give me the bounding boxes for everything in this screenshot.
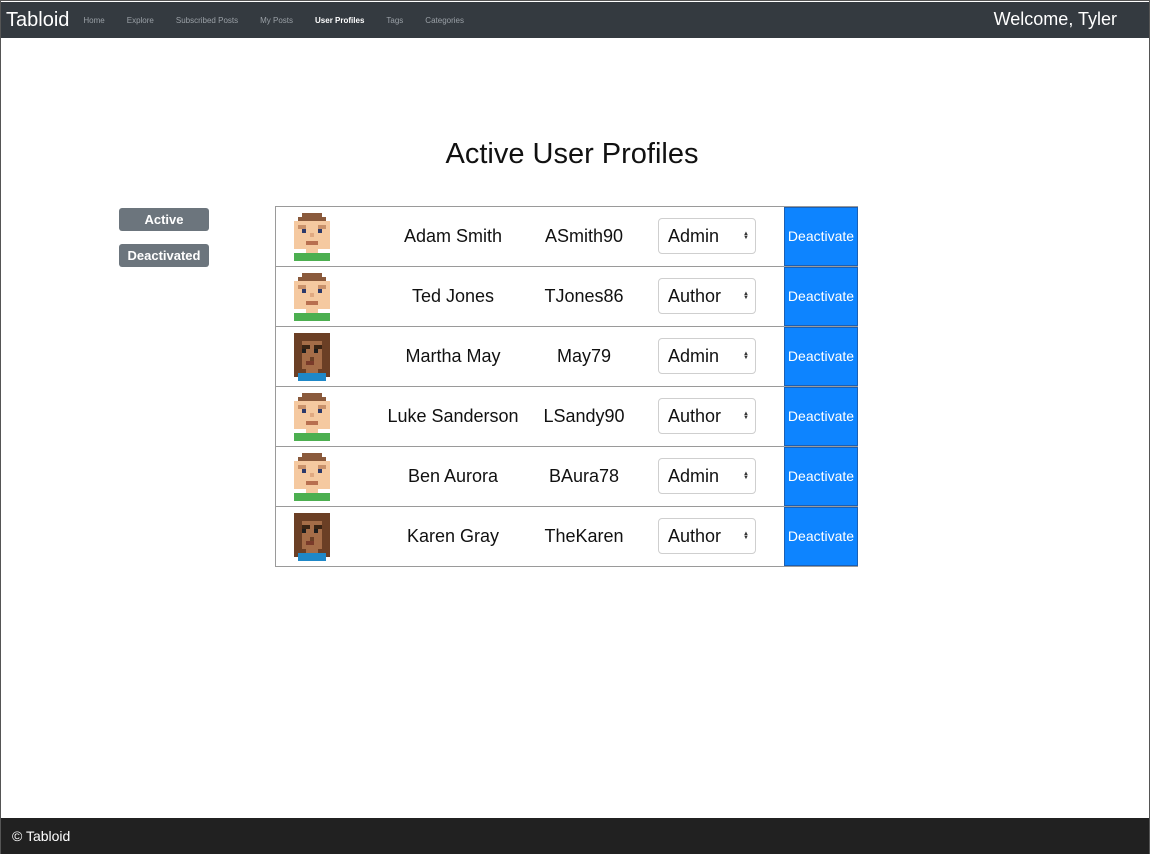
user-full-name[interactable]: Adam Smith [368,207,538,266]
user-username: ASmith90 [544,226,624,246]
nav-link-subscribed-posts[interactable]: Subscribed Posts [176,16,238,25]
brand-link[interactable]: Tabloid [6,9,69,32]
female-avatar-icon [290,513,334,561]
male-avatar-icon [290,273,334,321]
role-select[interactable]: Admin ▲ ▼ [658,458,756,494]
male-avatar-icon [290,213,334,261]
deactivate-button[interactable]: Deactivate [784,447,858,506]
deactivate-button[interactable]: Deactivate [784,387,858,446]
select-arrows-icon: ▲ ▼ [743,531,749,541]
user-full-name[interactable]: Karen Gray [368,507,538,566]
role-select-value: Author [668,286,722,306]
user-username: BAura78 [548,466,620,486]
user-full-name[interactable]: Martha May [368,327,538,386]
role-select[interactable]: Admin ▲ ▼ [658,218,756,254]
footer-copyright: © Tabloid [12,828,71,844]
select-arrows-icon: ▲ ▼ [743,351,749,361]
nav-link-tags[interactable]: Tags [386,16,403,25]
nav-link-explore[interactable]: Explore [127,16,154,25]
role-select-value: Author [668,526,722,546]
table-row: Martha May May79 Admin ▲ ▼ Deactivate [276,327,858,387]
select-arrows-icon: ▲ ▼ [743,471,749,481]
footer: © Tabloid [1,818,1149,854]
table-row: Karen Gray TheKaren Author ▲ ▼ Deactivate [276,507,858,567]
active-filter-button[interactable]: Active [119,208,209,231]
deactivate-button[interactable]: Deactivate [784,327,858,386]
nav-link-categories[interactable]: Categories [425,16,464,25]
role-select[interactable]: Author ▲ ▼ [658,278,756,314]
role-select-value: Admin [668,346,720,366]
role-select-value: Admin [668,226,720,246]
navbar: Tabloid Home Explore Subscribed Posts My… [1,2,1149,38]
select-arrows-icon: ▲ ▼ [743,411,749,421]
welcome-message: Welcome, Tyler [993,9,1117,29]
male-avatar-icon [290,453,334,501]
role-select[interactable]: Author ▲ ▼ [658,398,756,434]
nav-link-my-posts[interactable]: My Posts [260,16,293,25]
select-arrows-icon: ▲ ▼ [743,231,749,241]
user-username: TheKaren [544,526,624,546]
male-avatar-icon [290,393,334,441]
table-row: Ben Aurora BAura78 Admin ▲ ▼ Deactivate [276,447,858,507]
select-arrows-icon: ▲ ▼ [743,291,749,301]
role-select[interactable]: Author ▲ ▼ [658,518,756,554]
user-full-name[interactable]: Luke Sanderson [368,387,538,446]
user-username: May79 [556,346,612,366]
role-select-value: Admin [668,466,720,486]
table-row: Adam Smith ASmith90 Admin ▲ ▼ Deactivate [276,207,858,267]
user-full-name[interactable]: Ben Aurora [368,447,538,506]
deactivated-filter-button[interactable]: Deactivated [119,244,209,267]
nav-link-user-profiles[interactable]: User Profiles [315,16,364,25]
role-select[interactable]: Admin ▲ ▼ [658,338,756,374]
page-title: Active User Profiles [445,138,699,170]
deactivate-button[interactable]: Deactivate [784,267,858,326]
user-profiles-table: Adam Smith ASmith90 Admin ▲ ▼ Deactivate Ted … [275,206,858,567]
role-select-value: Author [668,406,722,426]
user-full-name[interactable]: Ted Jones [368,267,538,326]
deactivate-button[interactable]: Deactivate [784,207,858,266]
deactivate-button[interactable]: Deactivate [784,507,858,566]
table-row: Luke Sanderson LSandy90 Author ▲ ▼ Deactivate [276,387,858,447]
nav-link-home[interactable]: Home [83,16,104,25]
female-avatar-icon [290,333,334,381]
user-username: TJones86 [544,286,624,306]
user-username: LSandy90 [543,406,625,426]
table-row: Ted Jones TJones86 Author ▲ ▼ Deactivate [276,267,858,327]
